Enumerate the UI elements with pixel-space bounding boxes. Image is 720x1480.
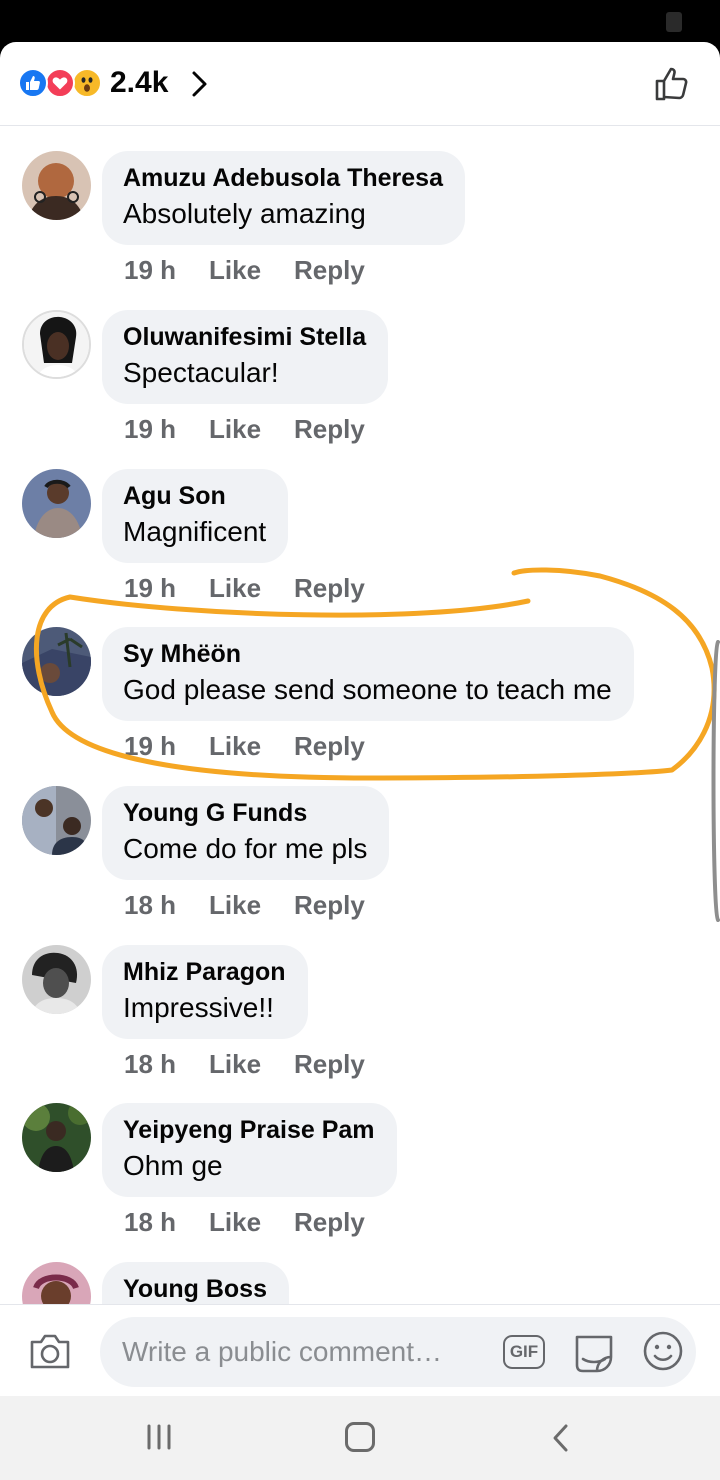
comment-time[interactable]: 19 h xyxy=(124,414,176,445)
comment-item: Young Boss xyxy=(0,1238,720,1305)
comment-bubble[interactable]: Oluwanifesimi Stella Spectacular! xyxy=(102,310,389,404)
comment-author[interactable]: Young G Funds xyxy=(123,798,367,828)
reply-button[interactable]: Reply xyxy=(294,1207,365,1238)
reactions-header: 2.4k xyxy=(0,42,720,126)
comment-bubble[interactable]: Amuzu Adebusola Theresa Absolutely amazi… xyxy=(102,151,465,245)
comment-item: Mhiz Paragon Impressive!! 18 h Like Repl… xyxy=(0,921,720,1079)
comment-bubble[interactable]: Sy Mhëön God please send someone to teac… xyxy=(102,627,634,721)
comment-bubble[interactable]: Young Boss xyxy=(102,1262,289,1305)
avatar[interactable] xyxy=(22,1103,91,1172)
sticker-icon[interactable] xyxy=(571,1329,617,1375)
reply-button[interactable]: Reply xyxy=(294,1049,365,1080)
reply-button[interactable]: Reply xyxy=(294,573,365,604)
comment-author[interactable]: Young Boss xyxy=(123,1274,267,1304)
comment-item: Young G Funds Come do for me pls 18 h Li… xyxy=(0,762,720,920)
wow-reaction-icon xyxy=(72,68,102,98)
avatar[interactable] xyxy=(22,310,91,379)
comment-list[interactable]: Amuzu Adebusola Theresa Absolutely amazi… xyxy=(0,127,720,1305)
comment-composer: GIF xyxy=(0,1304,720,1396)
comment-author[interactable]: Mhiz Paragon xyxy=(123,957,286,987)
emoji-icon[interactable] xyxy=(642,1330,684,1372)
reply-button[interactable]: Reply xyxy=(294,890,365,921)
comment-text: Absolutely amazing xyxy=(123,198,366,229)
comment-item: Sy Mhëön God please send someone to teac… xyxy=(0,603,720,761)
comment-time[interactable]: 19 h xyxy=(124,255,176,286)
comment-time[interactable]: 18 h xyxy=(124,1207,176,1238)
comment-author[interactable]: Amuzu Adebusola Theresa xyxy=(123,163,443,193)
comment-bubble[interactable]: Agu Son Magnificent xyxy=(102,469,289,563)
comment-item: Amuzu Adebusola Theresa Absolutely amazi… xyxy=(0,127,720,285)
back-icon[interactable] xyxy=(550,1423,572,1453)
comment-text: Ohm ge xyxy=(123,1150,223,1181)
like-button[interactable]: Like xyxy=(209,414,261,445)
reaction-count[interactable]: 2.4k xyxy=(110,66,168,100)
like-button[interactable]: Like xyxy=(209,1049,261,1080)
comment-bubble[interactable]: Young G Funds Come do for me pls xyxy=(102,786,390,880)
comment-bubble[interactable]: Mhiz Paragon Impressive!! xyxy=(102,945,308,1039)
comment-text: God please send someone to teach me xyxy=(123,674,612,705)
comment-time[interactable]: 19 h xyxy=(124,573,176,604)
comment-text: Spectacular! xyxy=(123,357,279,388)
comment-time[interactable]: 18 h xyxy=(124,1049,176,1080)
comment-author[interactable]: Yeipyeng Praise Pam xyxy=(123,1115,375,1145)
reply-button[interactable]: Reply xyxy=(294,731,365,762)
avatar[interactable] xyxy=(22,469,91,538)
like-icon[interactable] xyxy=(652,64,692,104)
recent-apps-icon[interactable] xyxy=(146,1424,172,1450)
reply-button[interactable]: Reply xyxy=(294,414,365,445)
comment-text: Impressive!! xyxy=(123,992,274,1023)
like-reaction-icon xyxy=(18,68,48,98)
comment-author[interactable]: Agu Son xyxy=(123,481,266,511)
like-button[interactable]: Like xyxy=(209,890,261,921)
comment-item: Agu Son Magnificent 19 h Like Reply xyxy=(0,445,720,603)
chevron-right-icon[interactable] xyxy=(186,68,214,100)
avatar[interactable] xyxy=(22,1262,91,1305)
status-bar xyxy=(0,0,720,42)
avatar[interactable] xyxy=(22,151,91,220)
comment-time[interactable]: 19 h xyxy=(124,731,176,762)
comment-time[interactable]: 18 h xyxy=(124,890,176,921)
comments-sheet: 2.4k Amuzu Adebusola Theresa Absolutely … xyxy=(0,42,720,1396)
like-button[interactable]: Like xyxy=(209,731,261,762)
comment-bubble[interactable]: Yeipyeng Praise Pam Ohm ge xyxy=(102,1103,397,1197)
love-reaction-icon xyxy=(45,68,75,98)
avatar[interactable] xyxy=(22,627,91,696)
comment-item: Oluwanifesimi Stella Spectacular! 19 h L… xyxy=(0,286,720,444)
like-button[interactable]: Like xyxy=(209,573,261,604)
comment-text: Magnificent xyxy=(123,516,267,547)
avatar[interactable] xyxy=(22,945,91,1014)
comment-text: Come do for me pls xyxy=(123,833,368,864)
reactions-summary[interactable] xyxy=(18,68,108,100)
comment-author[interactable]: Oluwanifesimi Stella xyxy=(123,322,366,352)
avatar[interactable] xyxy=(22,786,91,855)
comment-author[interactable]: Sy Mhëön xyxy=(123,639,612,669)
gif-button[interactable]: GIF xyxy=(503,1335,545,1369)
camera-icon[interactable] xyxy=(28,1331,72,1371)
home-icon[interactable] xyxy=(345,1422,375,1452)
battery-icon xyxy=(666,12,682,32)
reply-button[interactable]: Reply xyxy=(294,255,365,286)
like-button[interactable]: Like xyxy=(209,1207,261,1238)
comment-item: Yeipyeng Praise Pam Ohm ge 18 h Like Rep… xyxy=(0,1079,720,1237)
like-button[interactable]: Like xyxy=(209,255,261,286)
scrollbar[interactable] xyxy=(710,640,720,922)
system-nav-bar xyxy=(0,1396,720,1480)
